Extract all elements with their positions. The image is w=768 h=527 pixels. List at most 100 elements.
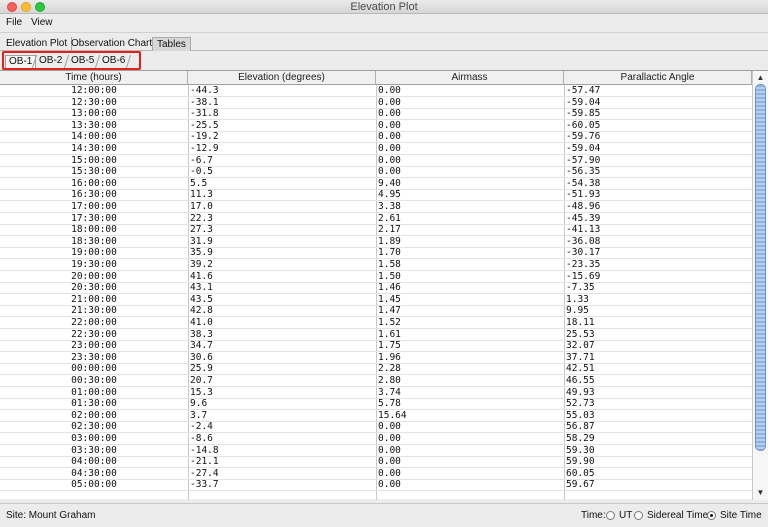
cell-airmass: 0.00	[378, 143, 401, 154]
cell-elevation: 25.9	[190, 363, 213, 375]
cell-parallactic-angle: 52.73	[566, 398, 595, 410]
table-row[interactable]: 18:00:00 27.3 2.17 -41.13	[0, 224, 752, 237]
radio-sidereal-time-label[interactable]: Sidereal Time	[647, 510, 708, 521]
table-row[interactable]: 19:30:00 39.2 1.58 -23.35	[0, 259, 752, 271]
cell-airmass: 1.50	[378, 270, 401, 282]
subtab-ob-6[interactable]: OB-6	[99, 55, 128, 68]
table-row[interactable]: 21:30:00 42.8 1.47 9.95	[0, 305, 752, 318]
cell-elevation: 17.0	[190, 201, 213, 212]
table-row[interactable]: 14:30:00 -12.9 0.00 -59.04	[0, 143, 752, 155]
table-row[interactable]: 23:00:00 34.7 1.75 32.07	[0, 340, 752, 353]
menu-view[interactable]: View	[31, 17, 53, 28]
column-header-elevation[interactable]: Elevation (degrees)	[188, 71, 376, 85]
cell-time: 12:00:00	[71, 85, 117, 96]
cell-parallactic-angle: 25.53	[566, 328, 595, 340]
cell-elevation: 43.1	[190, 282, 213, 294]
cell-time: 02:30:00	[71, 421, 117, 433]
table-row[interactable]: 04:00:00 -21.1 0.00 59.90	[0, 456, 752, 469]
cell-parallactic-angle: 9.95	[566, 305, 589, 317]
cell-time: 19:30:00	[71, 259, 117, 270]
cell-time: 18:00:00	[71, 224, 117, 236]
cell-parallactic-angle: -59.76	[566, 131, 601, 143]
table-row[interactable]: 13:00:00 -31.8 0.00 -59.85	[0, 108, 752, 121]
column-header-airmass[interactable]: Airmass	[376, 71, 564, 85]
cell-time: 22:30:00	[71, 328, 117, 340]
table-row[interactable]: 01:00:00 15.3 3.74 49.93	[0, 387, 752, 399]
table-row[interactable]: 02:00:00 3.7 15.64 55.03	[0, 410, 752, 422]
table-row[interactable]: 05:00:00 -33.7 0.00 59.67	[0, 479, 752, 492]
cell-parallactic-angle: 1.33	[566, 293, 589, 305]
cell-parallactic-angle: 46.55	[566, 375, 595, 386]
table-row[interactable]: 15:00:00 -6.7 0.00 -57.90	[0, 155, 752, 167]
table-row[interactable]: 12:30:00 -38.1 0.00 -59.04	[0, 97, 752, 109]
cell-airmass: 0.00	[378, 467, 401, 479]
column-header-parallactic-angle[interactable]: Parallactic Angle	[564, 71, 752, 85]
table-row[interactable]: 03:30:00 -14.8 0.00 59.30	[0, 445, 752, 457]
table-row[interactable]: 13:30:00 -25.5 0.00 -60.05	[0, 120, 752, 132]
table-row[interactable]: 18:30:00 31.9 1.89 -36.08	[0, 236, 752, 248]
cell-time: 00:30:00	[71, 375, 117, 386]
cell-airmass: 0.00	[378, 96, 401, 108]
cell-airmass: 0.00	[378, 479, 401, 491]
cell-elevation: -31.8	[190, 108, 219, 120]
scroll-down-arrow-icon[interactable]: ▼	[755, 488, 766, 498]
cell-airmass: 0.00	[378, 421, 401, 433]
cell-time: 02:00:00	[71, 409, 117, 421]
tab-tables[interactable]: Tables	[152, 37, 191, 51]
cell-parallactic-angle: -48.96	[566, 201, 601, 212]
table-row[interactable]: 02:30:00 -2.4 0.00 56.87	[0, 421, 752, 434]
menu-file[interactable]: File	[6, 17, 22, 28]
table-row[interactable]: 20:00:00 41.6 1.50 -15.69	[0, 271, 752, 283]
table-row[interactable]: 19:00:00 35.9 1.70 -30.17	[0, 247, 752, 260]
tab-observation-chart[interactable]: Observation Chart	[67, 37, 158, 51]
cell-parallactic-angle: 59.30	[566, 444, 595, 456]
cell-airmass: 3.38	[378, 201, 401, 212]
cell-airmass: 4.95	[378, 189, 401, 201]
table-row[interactable]: 00:00:00 25.9 2.28 42.51	[0, 363, 752, 376]
radio-site-time-label[interactable]: Site Time	[720, 510, 762, 521]
table-row[interactable]: 21:00:00 43.5 1.45 1.33	[0, 294, 752, 306]
radio-sidereal-time[interactable]	[634, 511, 643, 520]
subtab-ob-5[interactable]: OB-5	[68, 55, 97, 68]
radio-ut-label[interactable]: UT	[619, 510, 632, 521]
scroll-thumb[interactable]	[755, 84, 766, 451]
table-row[interactable]: 16:00:00 5.5 9.40 -54.38	[0, 178, 752, 190]
table-row[interactable]: 12:00:00 -44.3 0.00 -57.47	[0, 85, 752, 97]
cell-parallactic-angle: 18.11	[566, 317, 595, 328]
cell-airmass: 3.74	[378, 386, 401, 398]
table-row[interactable]: 00:30:00 20.7 2.80 46.55	[0, 375, 752, 387]
scroll-up-arrow-icon[interactable]: ▲	[755, 73, 766, 83]
cell-airmass: 0.00	[378, 85, 401, 96]
table-row[interactable]: 22:00:00 41.0 1.52 18.11	[0, 317, 752, 329]
table-row[interactable]: 16:30:00 11.3 4.95 -51.93	[0, 189, 752, 202]
cell-time: 17:00:00	[71, 201, 117, 212]
cell-time: 14:30:00	[71, 143, 117, 154]
cell-time: 21:00:00	[71, 293, 117, 305]
cell-parallactic-angle: -59.04	[566, 96, 601, 108]
cell-parallactic-angle: -30.17	[566, 247, 601, 259]
cell-airmass: 2.80	[378, 375, 401, 386]
table-row[interactable]: 04:30:00 -27.4 0.00 60.05	[0, 468, 752, 480]
table-row[interactable]: 17:30:00 22.3 2.61 -45.39	[0, 213, 752, 225]
column-header-time[interactable]: Time (hours)	[0, 71, 188, 85]
table-row[interactable]: 14:00:00 -19.2 0.00 -59.76	[0, 131, 752, 144]
cell-airmass: 1.47	[378, 305, 401, 317]
table-row[interactable]: 23:30:00 30.6 1.96 37.71	[0, 352, 752, 364]
table-row[interactable]: 20:30:00 43.1 1.46 -7.35	[0, 282, 752, 295]
cell-parallactic-angle: -15.69	[566, 270, 601, 282]
cell-parallactic-angle: -56.35	[566, 166, 601, 178]
vertical-scrollbar[interactable]: ▲ ▼	[752, 71, 768, 500]
subtab-ob-2[interactable]: OB-2	[36, 55, 65, 68]
table-row[interactable]: 17:00:00 17.0 3.38 -48.96	[0, 201, 752, 213]
table-row[interactable]: 03:00:00 -8.6 0.00 58.29	[0, 433, 752, 445]
cell-parallactic-angle: 59.90	[566, 456, 595, 468]
cell-parallactic-angle: 55.03	[566, 409, 595, 421]
table-row[interactable]: 15:30:00 -0.5 0.00 -56.35	[0, 166, 752, 179]
table-row[interactable]: 22:30:00 38.3 1.61 25.53	[0, 329, 752, 341]
table-row[interactable]: 01:30:00 9.6 5.78 52.73	[0, 398, 752, 411]
tab-elevation-plot[interactable]: Elevation Plot	[2, 37, 73, 51]
radio-ut[interactable]	[606, 511, 615, 520]
table-header: Time (hours) Elevation (degrees) Airmass…	[0, 71, 752, 85]
cell-time: 23:00:00	[71, 340, 117, 352]
radio-site-time[interactable]	[707, 511, 716, 520]
